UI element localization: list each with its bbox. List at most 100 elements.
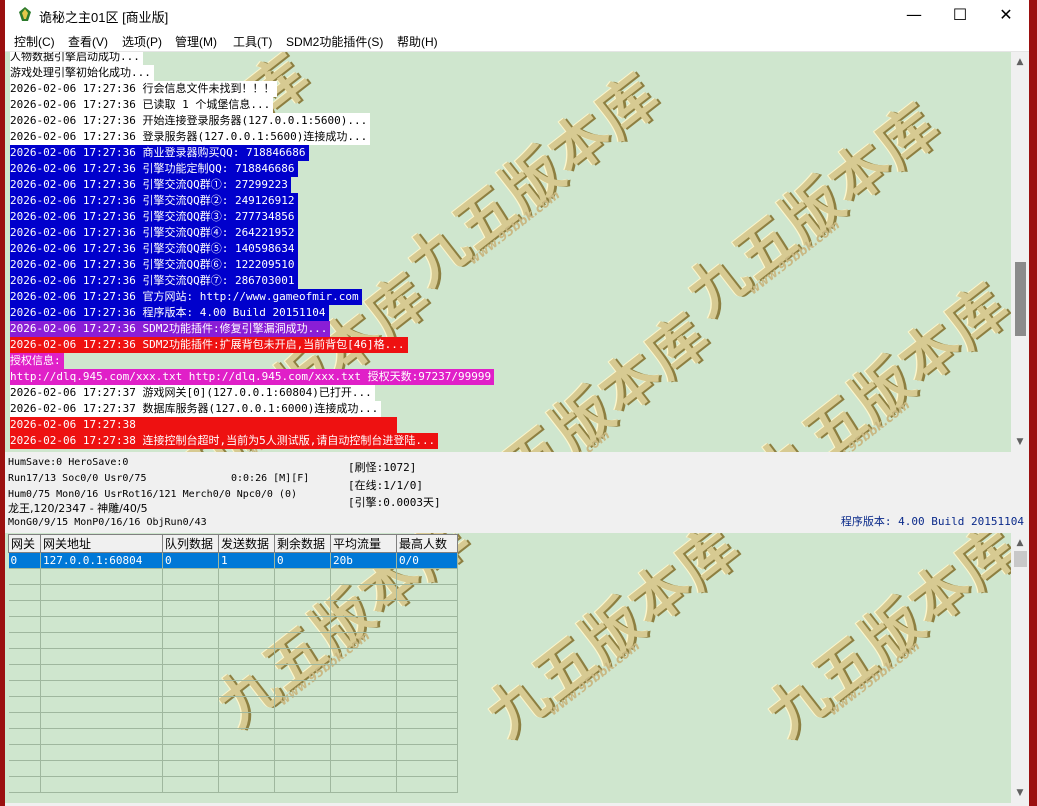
watermark: 九五版本库www.95bbk.com [744,270,1011,452]
menu-tools[interactable]: 工具(T) [233,33,272,50]
maximize-button[interactable]: ☐ [937,0,983,30]
menu-options[interactable]: 选项(P) [122,33,162,50]
log-panel[interactable]: 九五版本库 www.95bbk.com 九五版本库 www.95bbk.com 九五… [5,52,1011,452]
empty-cell [330,728,397,745]
log-line: http://dlq.945.com/xxx.txt http://dlq.94… [10,369,495,385]
empty-cell [162,712,219,729]
empty-cell [330,584,397,601]
empty-cell [162,728,219,745]
watermark: 九五版本库www.95bbk.com [754,533,1011,750]
log-line: 2026-02-06 17:27:36 引擎功能定制QQ: 718846686 [10,161,298,177]
empty-cell [218,712,275,729]
empty-cell [218,648,275,665]
empty-cell [218,680,275,697]
empty-cell [8,744,41,761]
empty-cell [162,680,219,697]
empty-cell [274,776,331,793]
table-body: 0 127.0.0.1:60804 0 1 0 20b 0/0 [8,552,458,793]
column-header[interactable]: 发送数据 [218,534,275,553]
empty-row [8,584,458,601]
minimize-button[interactable]: — [891,0,937,30]
empty-cell [40,712,163,729]
empty-cell [40,680,163,697]
scroll-up-arrow-icon[interactable]: ▲ [1011,535,1029,551]
column-header[interactable]: 网关 [8,534,41,553]
column-header[interactable]: 平均流量 [330,534,397,553]
empty-row [8,696,458,713]
grid-scrollbar[interactable]: ▲ ▼ [1011,533,1029,803]
empty-cell [274,664,331,681]
empty-cell [330,696,397,713]
empty-row [8,648,458,665]
empty-cell [396,632,458,649]
empty-cell [162,568,219,585]
app-icon [19,7,31,21]
empty-row [8,728,458,745]
empty-cell [162,616,219,633]
empty-cell [330,616,397,633]
scroll-up-arrow-icon[interactable]: ▲ [1011,54,1029,70]
empty-cell [218,600,275,617]
empty-cell [396,648,458,665]
empty-cell [8,664,41,681]
log-line: 2026-02-06 17:27:37 游戏网关[0](127.0.0.1:60… [10,385,375,401]
menu-sdm2-plugin[interactable]: SDM2功能插件(S) [286,33,383,50]
gateway-grid-panel: 九五版本库 www.95bbk.com 九五版本库 www.95bbk.com 九五… [5,533,1011,803]
column-header[interactable]: 网关地址 [40,534,163,553]
empty-cell [218,728,275,745]
menu-help[interactable]: 帮助(H) [397,33,438,50]
empty-cell [274,584,331,601]
empty-cell [330,632,397,649]
log-scrollbar[interactable]: ▲ ▼ [1011,52,1029,452]
empty-cell [218,632,275,649]
menu-view[interactable]: 查看(V) [68,33,108,50]
menu-manage[interactable]: 管理(M) [175,33,217,50]
scroll-thumb[interactable] [1015,262,1026,336]
empty-cell [396,616,458,633]
empty-cell [274,568,331,585]
table-cell: 0 [162,552,219,569]
log-line: 2026-02-06 17:27:38 连接控制台超时,当前为5人测试版,请自动… [10,433,439,449]
empty-cell [330,744,397,761]
empty-cell [330,664,397,681]
table-cell: 20b [330,552,397,569]
empty-cell [40,696,163,713]
empty-cell [396,584,458,601]
scroll-down-arrow-icon[interactable]: ▼ [1011,785,1029,801]
uptime: 0:0:26 [M][F] [231,473,310,484]
empty-cell [330,648,397,665]
empty-cell [218,760,275,777]
empty-cell [330,760,397,777]
empty-cell [8,648,41,665]
table-cell: 1 [218,552,275,569]
empty-cell [274,680,331,697]
empty-cell [396,664,458,681]
empty-cell [8,760,41,777]
empty-cell [8,712,41,729]
empty-cell [396,760,458,777]
column-header[interactable]: 剩余数据 [274,534,331,553]
log-line: 游戏处理引擎初始化成功... [10,65,154,81]
close-button[interactable]: ✕ [983,0,1029,30]
column-header[interactable]: 最高人数 [396,534,458,553]
empty-cell [40,776,163,793]
log-line: 2026-02-06 17:27:36 开始连接登录服务器(127.0.0.1:… [10,113,371,129]
empty-cell [40,744,163,761]
table-cell: 0 [8,552,41,569]
refresh-count: [刷怪:1072] [348,461,417,474]
gateway-table: 网关 网关地址 队列数据 发送数据 剩余数据 平均流量 最高人数 0 127.0.… [8,534,458,793]
empty-cell [8,696,41,713]
log-line: 2026-02-06 17:27:36 商业登录器购买QQ: 718846686 [10,145,309,161]
program-version: 程序版本: 4.00 Build 20151104 [840,515,1024,528]
table-row[interactable]: 0 127.0.0.1:60804 0 1 0 20b 0/0 [8,552,458,569]
column-header[interactable]: 队列数据 [162,534,219,553]
empty-cell [162,664,219,681]
scroll-thumb[interactable] [1014,551,1027,567]
empty-cell [162,696,219,713]
empty-cell [330,712,397,729]
scroll-down-arrow-icon[interactable]: ▼ [1011,434,1029,450]
log-line: 2026-02-06 17:27:36 SDM2功能插件:修复引擎漏洞成功... [10,321,331,337]
menu-control[interactable]: 控制(C) [14,33,55,50]
title-bar[interactable]: 诡秘之主01区 [商业版] — ☐ ✕ [5,0,1029,30]
status-area: HumSave:0 HeroSave:0 Run17/13 Soc0/0 Usr… [5,453,1029,532]
